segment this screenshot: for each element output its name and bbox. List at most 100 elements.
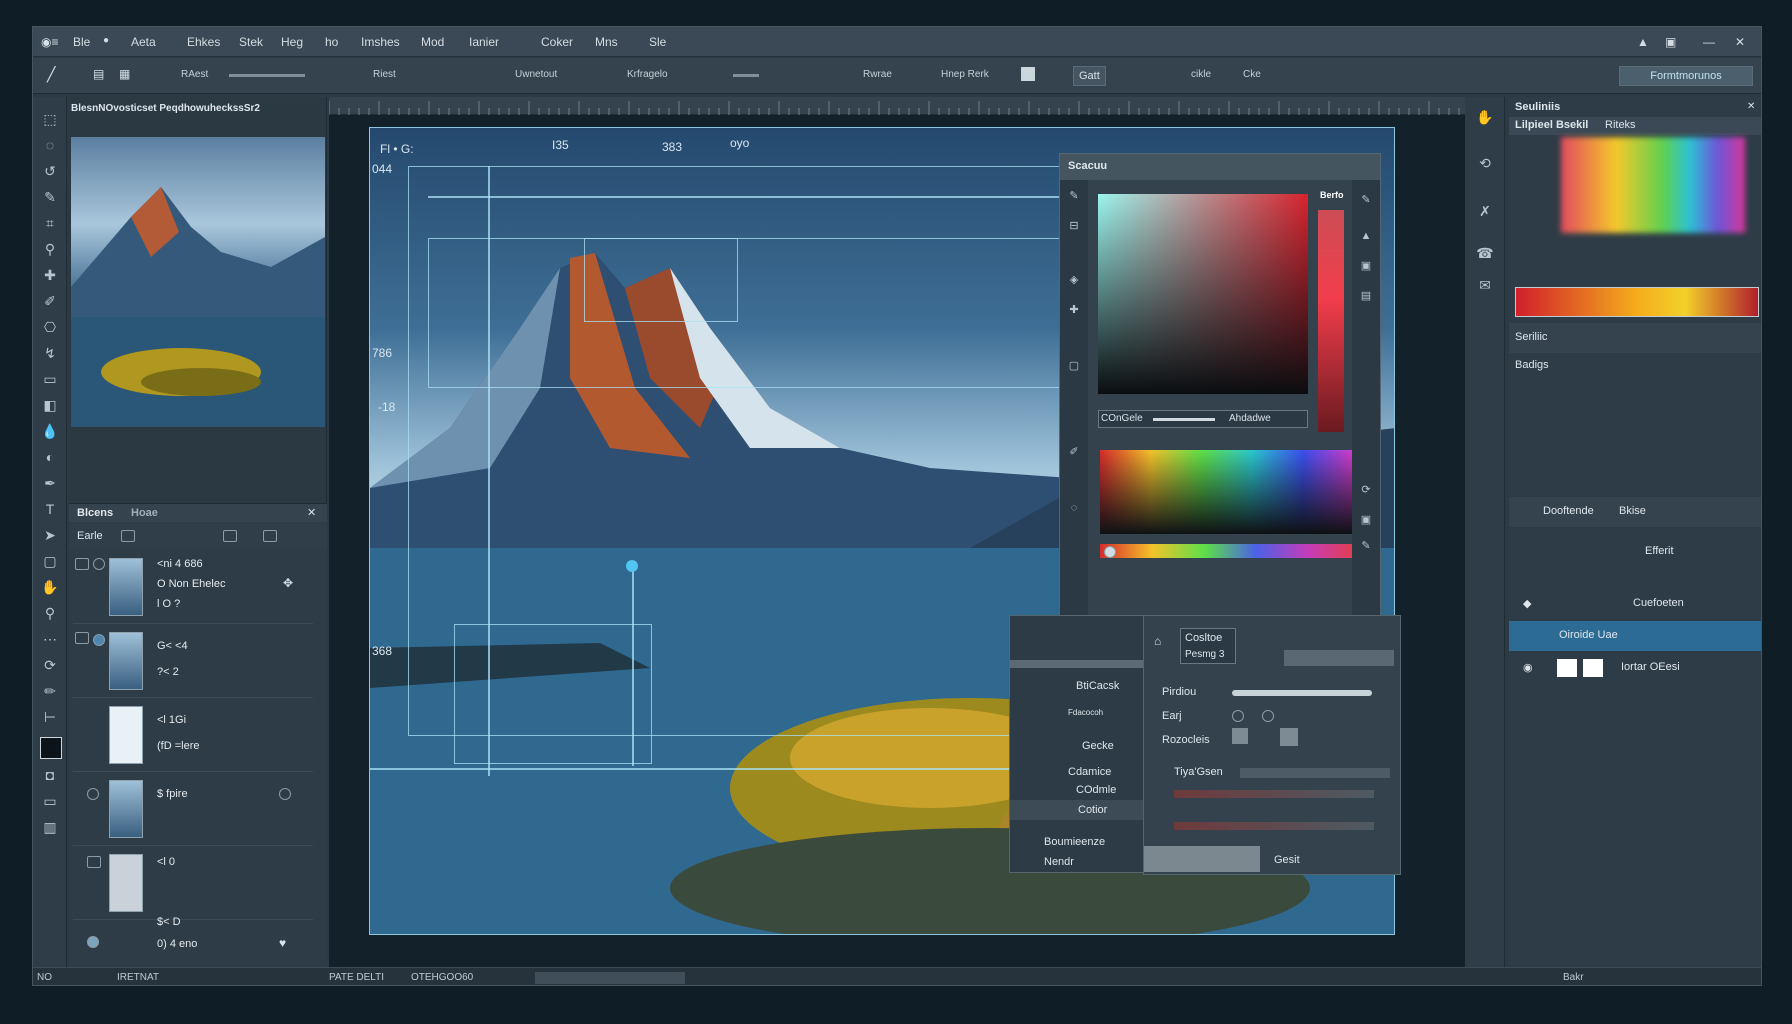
prop-slider[interactable] bbox=[1240, 768, 1390, 778]
frame-tool-icon[interactable]: ▥ bbox=[40, 817, 60, 837]
visibility-icon[interactable] bbox=[75, 632, 89, 644]
filter-label[interactable]: Earle bbox=[77, 530, 103, 542]
tool-icon[interactable]: ✎ bbox=[1356, 190, 1376, 210]
tool-icon[interactable]: ✐ bbox=[1064, 442, 1084, 462]
blur-tool-icon[interactable]: 💧 bbox=[40, 421, 60, 441]
menu-item[interactable]: Ble bbox=[73, 35, 90, 49]
edit-toolbar-icon[interactable]: ⋯ bbox=[40, 629, 60, 649]
footer-label[interactable]: Gesit bbox=[1274, 854, 1300, 866]
layer-row[interactable]: G< <4 ?< 2 bbox=[73, 626, 313, 698]
tool-icon[interactable]: ✚ bbox=[1064, 300, 1084, 320]
tool-icon[interactable]: ⟳ bbox=[1356, 480, 1376, 500]
menu-item[interactable]: Ehkes bbox=[187, 35, 220, 49]
brush-tool-icon[interactable]: ✐ bbox=[40, 291, 60, 311]
hue-slider[interactable] bbox=[1318, 210, 1344, 432]
menu-item[interactable]: Nendr bbox=[1044, 856, 1074, 868]
eyedropper-icon[interactable]: ⚲ bbox=[40, 239, 60, 259]
close-icon[interactable]: ✕ bbox=[1735, 35, 1745, 49]
pipette-icon[interactable]: ✏ bbox=[40, 681, 60, 701]
layer-row[interactable]: <l 0 bbox=[73, 848, 313, 920]
app-icon[interactable]: ◉≡ bbox=[41, 35, 58, 49]
spectrum-field[interactable] bbox=[1100, 450, 1354, 534]
maximize-icon[interactable]: — bbox=[1703, 35, 1715, 49]
visibility-icon[interactable] bbox=[75, 558, 89, 570]
panel-row[interactable]: Seriliic bbox=[1509, 323, 1761, 353]
shape-tool-icon[interactable]: ▢ bbox=[40, 551, 60, 571]
menu-item[interactable]: Ianier bbox=[469, 35, 499, 49]
tool-icon[interactable]: ▢ bbox=[1064, 356, 1084, 376]
tools-icon[interactable]: ✗ bbox=[1475, 201, 1495, 221]
saturation-field[interactable] bbox=[1098, 194, 1308, 394]
layer-row[interactable]: <ni 4 686 O Non Ehelec l O ? ✥ bbox=[73, 552, 313, 624]
quick-select-icon[interactable]: ✎ bbox=[40, 187, 60, 207]
opacity-slider[interactable] bbox=[229, 74, 305, 77]
menu-item[interactable]: Boumieenze bbox=[1044, 836, 1105, 848]
status-scrollbar[interactable] bbox=[535, 972, 685, 984]
layer-row[interactable]: ◆ Cuefoeten bbox=[1509, 589, 1761, 619]
menu-item[interactable]: BtiCacsk bbox=[1076, 680, 1119, 692]
option-label[interactable]: Rwrae bbox=[863, 69, 892, 80]
minimize-icon[interactable]: ▲ bbox=[1637, 35, 1649, 49]
filter-type-icon[interactable] bbox=[263, 530, 277, 542]
brush-preset-icon[interactable]: ⌂ bbox=[1154, 634, 1161, 648]
rotate-view-icon[interactable]: ⟳ bbox=[40, 655, 60, 675]
library-icon[interactable]: ☎ bbox=[1475, 243, 1495, 263]
tab-hoae[interactable]: Hoae bbox=[131, 507, 158, 519]
prop-gradient[interactable] bbox=[1174, 822, 1374, 830]
color-swatches[interactable] bbox=[1561, 137, 1745, 233]
hex-field[interactable]: COnGele Ahdadwe bbox=[1098, 410, 1308, 428]
color-chip[interactable] bbox=[1021, 67, 1035, 81]
menu-item[interactable]: Stek bbox=[239, 35, 263, 49]
option-label[interactable]: RAest bbox=[181, 69, 208, 80]
crop-tool-icon[interactable]: ⌗ bbox=[40, 213, 60, 233]
tool-icon[interactable]: ◈ bbox=[1064, 270, 1084, 290]
settings-icon[interactable] bbox=[279, 788, 291, 800]
menu-item[interactable]: Coker bbox=[541, 35, 573, 49]
flow-slider[interactable] bbox=[733, 74, 759, 77]
option-label[interactable]: Krfragelo bbox=[627, 69, 668, 80]
eraser-tool-icon[interactable]: ▭ bbox=[40, 369, 60, 389]
dodge-tool-icon[interactable]: ◐ bbox=[40, 447, 60, 467]
spectrum-bar[interactable] bbox=[1100, 544, 1360, 558]
option-label[interactable]: Riest bbox=[373, 69, 396, 80]
move-icon[interactable]: ✥ bbox=[283, 576, 293, 590]
tool-icon[interactable]: ✎ bbox=[1064, 186, 1084, 206]
visibility-icon[interactable]: ◉ bbox=[1523, 661, 1533, 674]
tool-icon[interactable]: ▤ bbox=[1356, 286, 1376, 306]
filter-adjust-icon[interactable] bbox=[223, 530, 237, 542]
stamp-tool-icon[interactable]: ⎔ bbox=[40, 317, 60, 337]
menu-item[interactable]: COdmle bbox=[1076, 784, 1116, 796]
panel-row[interactable]: Badigs bbox=[1509, 353, 1761, 383]
menu-item[interactable]: Gecke bbox=[1082, 740, 1114, 752]
menu-item-selected[interactable]: Cotior bbox=[1010, 800, 1144, 820]
anchor-handle[interactable] bbox=[626, 560, 638, 572]
menu-item[interactable]: ho bbox=[325, 35, 338, 49]
history-brush-icon[interactable]: ↯ bbox=[40, 343, 60, 363]
gradient-tool-icon[interactable]: ◧ bbox=[40, 395, 60, 415]
move-tool-icon[interactable]: ⬚ bbox=[40, 109, 60, 129]
doc-icon[interactable]: ▤ bbox=[93, 67, 104, 81]
preset-box[interactable]: Cosltoe Pesmg 3 bbox=[1180, 628, 1236, 664]
gatt-button[interactable]: Gatt bbox=[1073, 66, 1106, 86]
tab-right-1[interactable]: Lilpieel Bsekil bbox=[1515, 119, 1588, 131]
tool-icon[interactable]: ⊟ bbox=[1064, 216, 1084, 236]
path-select-icon[interactable]: ➤ bbox=[40, 525, 60, 545]
menu-item[interactable]: Fdacocoh bbox=[1068, 708, 1103, 717]
visibility-icon[interactable] bbox=[87, 936, 99, 948]
visibility-icon[interactable]: ◆ bbox=[1523, 597, 1531, 610]
pen-tool-icon[interactable]: ✒ bbox=[40, 473, 60, 493]
tool-icon[interactable]: ▣ bbox=[1356, 510, 1376, 530]
option-label[interactable]: Cke bbox=[1243, 69, 1261, 80]
link-icon[interactable] bbox=[93, 558, 105, 570]
quick-mask-icon[interactable]: ◘ bbox=[40, 765, 60, 785]
navigator-thumbnail[interactable] bbox=[71, 137, 325, 427]
layer-row[interactable]: ◉ Iortar OEesi bbox=[1509, 653, 1761, 683]
heart-icon[interactable]: ♥ bbox=[279, 936, 286, 950]
measure-icon[interactable]: ⊢ bbox=[40, 707, 60, 727]
tab-right-2[interactable]: Riteks bbox=[1605, 119, 1636, 131]
mail-icon[interactable]: ✉ bbox=[1475, 275, 1495, 295]
option-label[interactable]: Uwnetout bbox=[515, 69, 557, 80]
radio-option[interactable] bbox=[1262, 710, 1274, 722]
swatch-box[interactable] bbox=[1280, 728, 1298, 746]
layers-icon[interactable]: ▦ bbox=[119, 67, 130, 81]
